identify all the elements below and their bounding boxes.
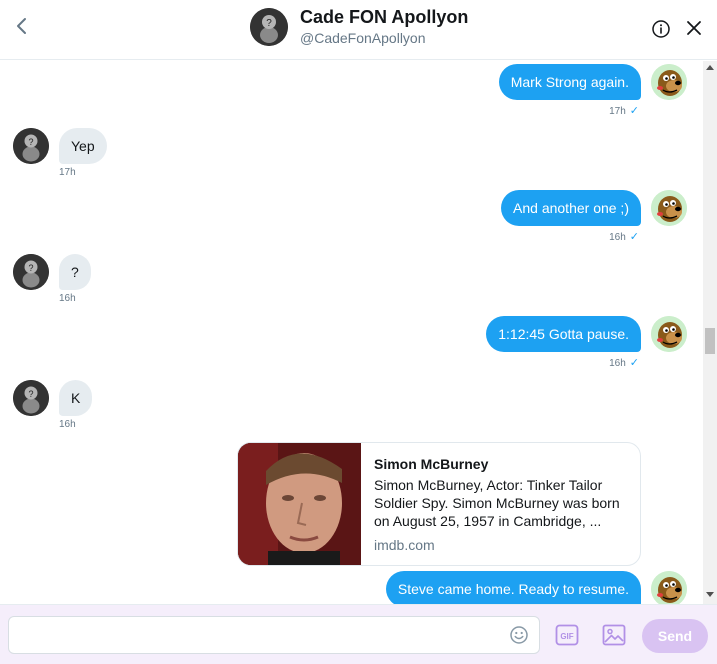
message-thread[interactable]: Mark Strong again. 17h ✓ ? Yep 17h And an… bbox=[0, 61, 703, 604]
link-preview-description: Simon McBurney, Actor: Tinker Tailor Sol… bbox=[374, 477, 620, 529]
message-time: 16h bbox=[609, 358, 626, 369]
media-button[interactable] bbox=[602, 624, 626, 646]
close-icon bbox=[687, 21, 701, 35]
conversation-header: ? Cade FON Apollyon @CadeFonApollyon bbox=[0, 0, 717, 60]
send-button[interactable]: Send bbox=[642, 619, 708, 653]
message-input-box[interactable] bbox=[8, 616, 540, 654]
conversation-handle: @CadeFonApollyon bbox=[300, 30, 426, 46]
message-composer: GIF Send bbox=[0, 604, 717, 664]
chevron-left-icon bbox=[17, 18, 26, 34]
message-bubble-received[interactable]: ? bbox=[59, 254, 91, 290]
message-time: 16h bbox=[59, 419, 76, 430]
gif-label: GIF bbox=[560, 632, 573, 641]
user-avatar[interactable] bbox=[651, 316, 687, 352]
message-input[interactable] bbox=[19, 625, 499, 645]
scroll-down-arrow-icon[interactable] bbox=[706, 592, 714, 597]
message-bubble-received[interactable]: Yep bbox=[59, 128, 107, 164]
emoji-icon bbox=[510, 626, 528, 644]
sent-check-icon: ✓ bbox=[629, 357, 639, 369]
thread-scrollbar[interactable] bbox=[703, 61, 717, 604]
link-preview-card[interactable]: Simon McBurney Simon McBurney, Actor: Ti… bbox=[237, 442, 641, 566]
message-bubble-received[interactable]: K bbox=[59, 380, 93, 416]
scrollbar-thumb[interactable] bbox=[705, 328, 715, 354]
info-icon bbox=[652, 20, 670, 38]
scroll-up-arrow-icon[interactable] bbox=[706, 65, 714, 70]
dog-avatar-image bbox=[651, 316, 687, 352]
gif-icon: GIF bbox=[555, 624, 579, 646]
message-time: 16h bbox=[609, 232, 626, 243]
user-avatar[interactable] bbox=[651, 571, 687, 604]
link-preview-domain: imdb.com bbox=[374, 537, 435, 553]
person-photo bbox=[238, 443, 361, 565]
dog-avatar-image bbox=[651, 190, 687, 226]
message-bubble-sent[interactable]: 1:12:45 Gotta pause. bbox=[486, 316, 641, 352]
back-button[interactable] bbox=[12, 14, 32, 38]
contact-avatar[interactable]: ? bbox=[13, 128, 49, 164]
image-icon bbox=[602, 624, 626, 646]
dog-avatar-image bbox=[651, 571, 687, 604]
contact-avatar[interactable]: ? bbox=[13, 380, 49, 416]
contact-avatar-image: ? bbox=[13, 380, 49, 416]
link-preview-image bbox=[238, 443, 361, 565]
svg-text:?: ? bbox=[28, 137, 33, 147]
message-time: 17h bbox=[609, 106, 626, 117]
message-bubble-sent[interactable]: Mark Strong again. bbox=[498, 64, 641, 100]
conversation-name[interactable]: Cade FON Apollyon bbox=[300, 7, 468, 28]
header-avatar[interactable]: ? bbox=[250, 8, 288, 46]
message-meta: 17h ✓ bbox=[609, 104, 639, 117]
sent-check-icon: ✓ bbox=[629, 231, 639, 243]
message-meta: 16h ✓ bbox=[609, 230, 639, 243]
close-button[interactable] bbox=[685, 19, 703, 37]
svg-text:?: ? bbox=[28, 263, 33, 273]
link-preview-title: Simon McBurney bbox=[374, 456, 489, 472]
sent-check-icon: ✓ bbox=[629, 105, 639, 117]
message-time: 17h bbox=[59, 167, 76, 178]
contact-avatar-image: ? bbox=[13, 128, 49, 164]
user-avatar[interactable] bbox=[651, 190, 687, 226]
avatar-image: ? bbox=[250, 8, 288, 46]
svg-text:?: ? bbox=[28, 389, 33, 399]
info-button[interactable] bbox=[651, 19, 671, 39]
contact-avatar[interactable]: ? bbox=[13, 254, 49, 290]
gif-button[interactable]: GIF bbox=[555, 624, 579, 646]
user-avatar[interactable] bbox=[651, 64, 687, 100]
message-bubble-sent[interactable]: And another one ;) bbox=[501, 190, 641, 226]
dog-avatar-image bbox=[651, 64, 687, 100]
contact-avatar-image: ? bbox=[13, 254, 49, 290]
message-time: 16h bbox=[59, 293, 76, 304]
emoji-button[interactable] bbox=[509, 625, 529, 645]
svg-text:?: ? bbox=[266, 18, 272, 29]
message-bubble-sent[interactable]: Steve came home. Ready to resume. bbox=[385, 571, 641, 604]
message-meta: 16h ✓ bbox=[609, 356, 639, 369]
